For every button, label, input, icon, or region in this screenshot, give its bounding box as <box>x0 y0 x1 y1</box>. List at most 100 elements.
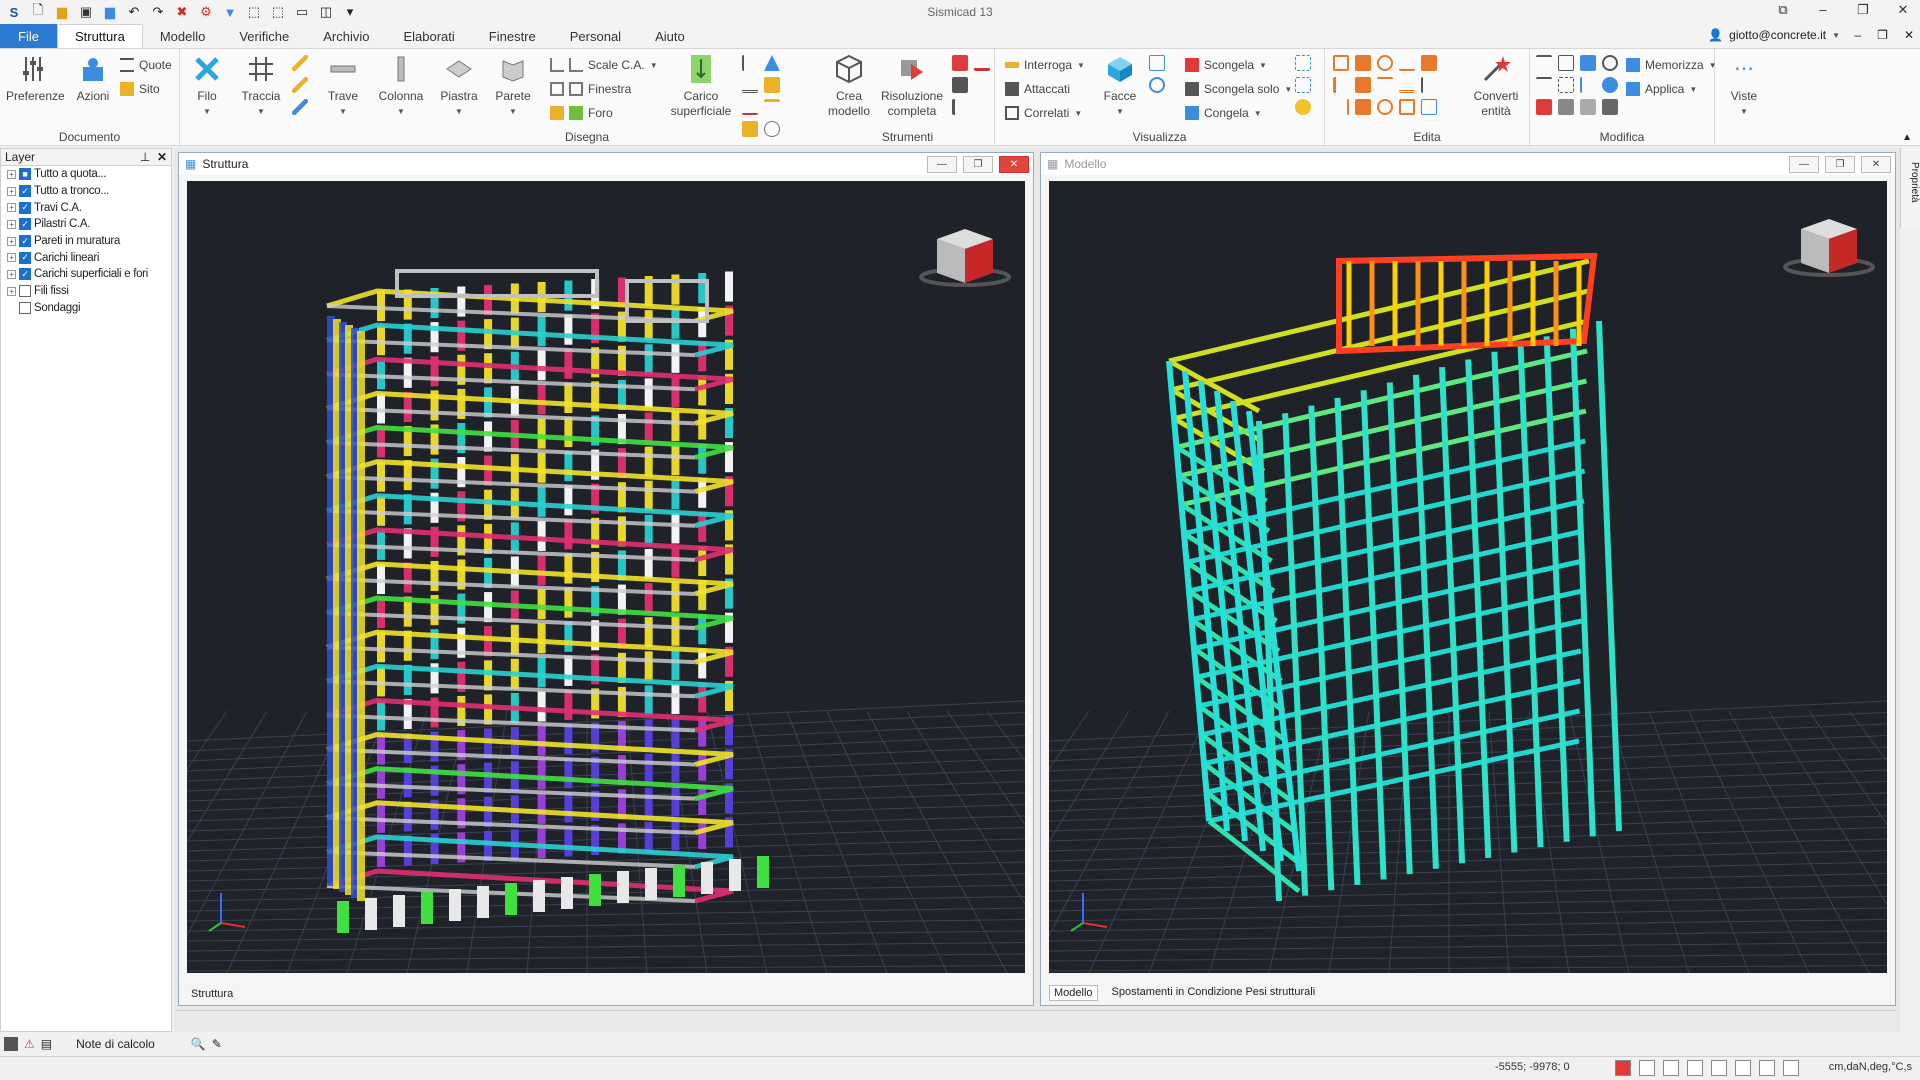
layer-checkbox[interactable]: ✓ <box>19 235 31 248</box>
search-icon[interactable]: 🔍 <box>191 1037 206 1051</box>
expand-icon[interactable]: + <box>7 286 16 296</box>
extend-icon[interactable] <box>1333 99 1349 115</box>
tab-struttura-view[interactable]: Struttura <box>187 987 237 1001</box>
stop-icon[interactable] <box>4 1037 18 1051</box>
applica-button[interactable]: Applica ▼ <box>1626 79 1697 99</box>
user-menu[interactable]: 👤 giotto@concrete.it ▼ <box>1708 28 1840 42</box>
load-down-icon[interactable] <box>742 55 758 71</box>
layer-checkbox[interactable]: ✓ <box>19 201 31 214</box>
measure-icon[interactable] <box>292 99 308 115</box>
parete-button[interactable]: Parete ▼ <box>486 53 540 119</box>
frame-icon[interactable]: ⬚ <box>268 2 288 22</box>
struttura-viewport[interactable] <box>187 181 1025 973</box>
brush-icon[interactable] <box>952 99 968 115</box>
minimize-icon[interactable]: — <box>1789 156 1819 173</box>
crop-icon[interactable] <box>1558 77 1574 93</box>
pin-icon[interactable] <box>1558 99 1574 115</box>
copy-icon[interactable] <box>1355 55 1371 71</box>
minimize-icon[interactable]: — <box>927 156 957 173</box>
offset-icon[interactable] <box>1377 77 1393 93</box>
layer-item[interactable]: + Fili fissi <box>1 283 171 300</box>
trave-button[interactable]: Trave ▼ <box>316 53 370 119</box>
array-icon[interactable] <box>1355 77 1371 93</box>
facce-button[interactable]: Facce ▼ <box>1093 53 1147 119</box>
trim-icon[interactable] <box>1421 77 1437 93</box>
view-cube-icon[interactable] <box>919 229 1011 287</box>
comment-toggle-icon[interactable] <box>1759 1060 1775 1076</box>
snap-toggle-icon[interactable] <box>1663 1060 1679 1076</box>
select-all-icon[interactable] <box>1295 77 1311 93</box>
expand-icon[interactable]: + <box>7 169 16 179</box>
filo-button[interactable]: Filo ▼ <box>180 53 234 119</box>
select-frame-icon[interactable] <box>1558 55 1574 71</box>
carico-superficiale-button[interactable]: Carico superficiale <box>666 53 736 119</box>
proprieta-side-tab[interactable]: Proprietà <box>1900 148 1920 228</box>
tab-struttura[interactable]: Struttura <box>56 24 143 48</box>
layer-item[interactable]: + ✓ Carichi superficiali e fori <box>1 266 171 283</box>
layer-checkbox[interactable]: ✓ <box>19 218 31 231</box>
view-cube-icon[interactable] <box>1783 219 1875 277</box>
log-icon[interactable]: ▤ <box>41 1037 52 1051</box>
close-icon[interactable]: ✕ <box>1890 2 1916 18</box>
horizontal-scrollbar[interactable] <box>176 1010 1896 1030</box>
risoluzione-button[interactable]: Risoluzione completa <box>878 53 946 119</box>
cancel-icon[interactable] <box>1536 99 1552 115</box>
expand-icon[interactable]: + <box>7 186 16 196</box>
gear-blue-icon[interactable] <box>1602 77 1618 93</box>
maximize-icon[interactable]: ❐ <box>1850 2 1876 18</box>
correlati-button[interactable]: Correlati ▼ <box>1005 103 1082 123</box>
window-view-icon[interactable] <box>1149 55 1165 71</box>
congela-button[interactable]: Congela ▼ <box>1185 103 1262 123</box>
maximize-icon[interactable]: ❐ <box>963 156 993 173</box>
layer-item[interactable]: Sondaggi <box>1 300 171 317</box>
tab-aiuto[interactable]: Aiuto <box>638 24 702 48</box>
traccia-button[interactable]: Traccia ▼ <box>234 53 288 119</box>
filter-icon[interactable]: ▼ <box>220 2 240 22</box>
pencil2-icon[interactable] <box>292 77 308 93</box>
tab-modello-view[interactable]: Modello <box>1049 985 1098 1001</box>
support-icon[interactable] <box>764 77 780 93</box>
rotate-icon[interactable] <box>1377 55 1393 71</box>
tab-finestre[interactable]: Finestre <box>472 24 553 48</box>
scale-edit-icon[interactable] <box>1421 99 1437 115</box>
close-icon[interactable]: ✕ <box>1861 156 1891 173</box>
table-icon[interactable] <box>952 55 968 71</box>
crea-modello-button[interactable]: Crea modello <box>822 53 876 119</box>
grid-toggle-icon[interactable] <box>1735 1060 1751 1076</box>
tab-file[interactable]: File <box>0 24 57 48</box>
doc-minimize-icon[interactable]: – <box>1854 28 1861 42</box>
layer-checkbox[interactable]: ✓ <box>19 185 31 198</box>
doc-restore-icon[interactable]: ❐ <box>1877 28 1888 42</box>
tab-verifiche[interactable]: Verifiche <box>222 24 306 48</box>
converti-entita-button[interactable]: Converti entità <box>1465 53 1527 119</box>
light-icon[interactable] <box>1295 99 1311 115</box>
layer-checkbox[interactable]: ✓ <box>19 251 31 264</box>
view-icon[interactable]: ▭ <box>292 2 312 22</box>
memorizza-button[interactable]: Memorizza ▼ <box>1626 55 1717 75</box>
expand-icon[interactable] <box>7 303 16 312</box>
fillet-icon[interactable] <box>1377 99 1393 115</box>
doc-close-icon[interactable]: ✕ <box>1904 28 1914 42</box>
pin-panel-icon[interactable]: ⊥ <box>140 150 150 164</box>
t-support-icon[interactable] <box>764 99 780 115</box>
tab-spostamenti[interactable]: Spostamenti in Condizione Pesi struttura… <box>1108 985 1320 1001</box>
foro-button[interactable]: Foro <box>550 103 613 123</box>
pencil-icon[interactable] <box>292 55 308 71</box>
maximize-icon[interactable]: ❐ <box>1825 156 1855 173</box>
ortho-toggle-icon[interactable] <box>1687 1060 1703 1076</box>
redo-icon[interactable]: ↷ <box>148 2 168 22</box>
cut-icon[interactable] <box>1580 77 1596 93</box>
layers-toggle-icon[interactable] <box>1615 1060 1631 1076</box>
close-panel-icon[interactable]: ✕ <box>157 150 167 164</box>
layer-checkbox[interactable]: ■ <box>19 168 31 181</box>
expand-icon[interactable]: + <box>7 236 16 246</box>
tools-icon[interactable]: ✎ <box>212 1037 222 1051</box>
split-icon[interactable] <box>1421 55 1437 71</box>
distributed-load-icon[interactable] <box>742 77 758 93</box>
new-icon[interactable]: 🗋 <box>28 2 48 22</box>
expand-icon[interactable]: + <box>7 269 16 279</box>
layer-item[interactable]: + ✓ Pareti in muratura <box>1 233 171 250</box>
tab-elaborati[interactable]: Elaborati <box>386 24 471 48</box>
interroga-button[interactable]: Interroga ▼ <box>1005 55 1085 75</box>
layer-checkbox[interactable]: ✓ <box>19 268 31 281</box>
